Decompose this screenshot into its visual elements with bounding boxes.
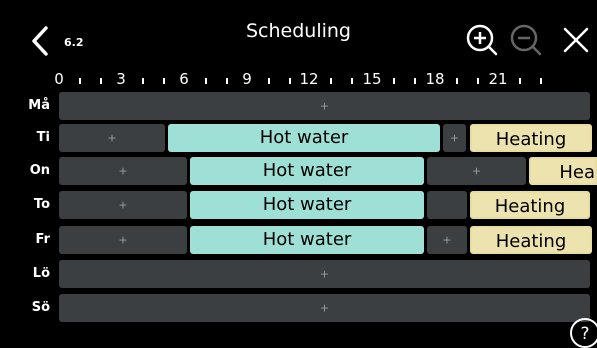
hour-label: 3 [116,70,126,88]
help-button[interactable]: ? [570,318,597,348]
empty-slot[interactable]: + [59,124,165,152]
minor-tick [226,78,228,84]
minor-tick [351,78,353,84]
minor-tick [268,78,270,84]
minor-tick [414,78,416,84]
heating-block[interactable]: Heating [470,191,590,219]
hour-label: 6 [179,70,189,88]
zoom-out-icon[interactable] [508,22,544,58]
minor-tick [519,78,521,84]
hour-label: 9 [242,70,252,88]
empty-slot[interactable]: + [59,92,590,120]
empty-slot[interactable] [427,191,467,219]
close-icon[interactable] [558,22,594,58]
heating-block-label: Hea [559,162,595,183]
add-icon: + [118,164,128,178]
hot-water-block[interactable]: Hot water [190,226,424,254]
day-label: Sö [31,300,50,315]
empty-slot[interactable]: + [59,191,187,219]
minor-tick [540,78,542,84]
minor-tick [289,78,291,84]
day-label: To [33,197,50,212]
hour-label: 12 [299,70,319,88]
empty-slot[interactable]: + [427,157,526,185]
hour-label: 21 [488,70,508,88]
day-label: On [29,163,50,178]
add-icon: + [118,233,128,247]
add-icon: + [107,131,117,145]
heating-block[interactable]: Heating [470,124,592,152]
empty-slot[interactable]: + [443,124,466,152]
day-label: Må [28,98,50,113]
day-label: Ti [36,130,50,145]
heating-block[interactable]: Hea [529,157,597,185]
empty-slot[interactable]: + [59,260,590,288]
add-icon: + [319,301,330,315]
schedule-row-friday: Fr + Hot water + Heating [0,226,597,254]
empty-slot[interactable]: + [59,157,187,185]
hour-label: 18 [425,70,445,88]
minor-tick [330,78,332,84]
minor-tick [142,78,144,84]
header: 6.2 Scheduling [0,0,597,70]
add-icon: + [319,267,330,281]
add-icon: + [118,198,128,212]
minor-tick [477,78,479,84]
add-icon: + [471,164,482,178]
hour-label: 15 [362,70,382,88]
minor-tick [163,78,165,84]
add-icon: + [442,233,452,247]
empty-slot[interactable]: + [427,226,467,254]
empty-slot[interactable]: + [59,294,590,322]
empty-slot[interactable]: + [59,226,187,254]
minor-tick [393,78,395,84]
hot-water-block[interactable]: Hot water [190,191,424,219]
minor-tick [205,78,207,84]
zoom-in-icon[interactable] [464,22,500,58]
day-label: Fr [35,232,50,247]
time-scale: 0 3 6 9 12 15 18 21 24 [0,70,597,90]
hot-water-block[interactable]: Hot water [190,157,424,185]
schedule-row-sunday: Sö + [0,294,597,322]
hot-water-block[interactable]: Hot water [168,124,440,152]
schedule-row-saturday: Lö + [0,260,597,288]
schedule-row-thursday: To + Hot water Heating [0,191,597,219]
schedule-row-tuesday: Ti + Hot water + Heating [0,124,597,152]
heating-block[interactable]: Heating [470,226,592,254]
hour-label: 0 [54,70,64,88]
schedule-row-monday: Må + [0,92,597,120]
minor-tick [100,78,102,84]
minor-tick [456,78,458,84]
minor-tick [79,78,81,84]
schedule-row-wednesday: On + Hot water + Hea [0,157,597,185]
add-icon: + [449,131,460,145]
add-icon: + [319,99,330,113]
day-label: Lö [32,266,50,281]
